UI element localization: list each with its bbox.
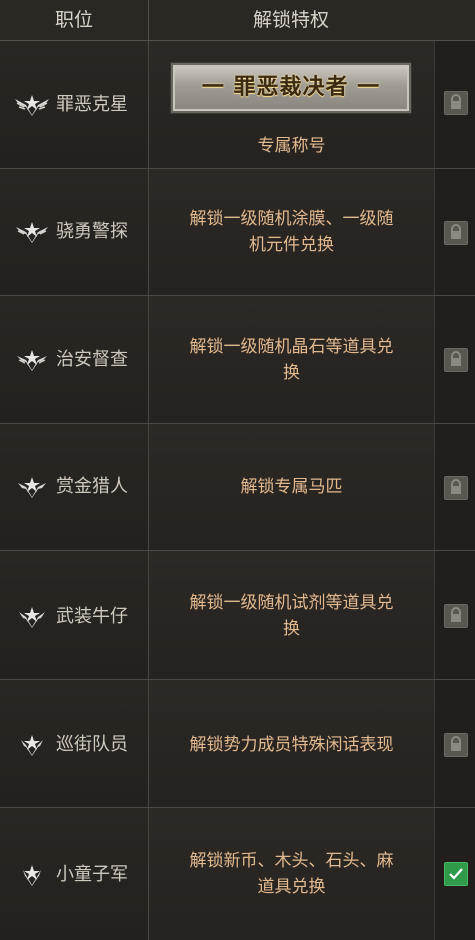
wings-star-rank-1-icon (23, 865, 41, 886)
status-cell (435, 551, 475, 679)
lock-icon (444, 221, 468, 245)
privilege-text: 解锁势力成员特殊闲话表现 (159, 732, 424, 758)
title-plate-text: 一 罪恶裁决者 一 (201, 75, 381, 100)
rank-name: 武装牛仔 (56, 606, 128, 627)
privilege-line: 换 (283, 363, 300, 383)
status-cell (435, 680, 475, 807)
wings-star-rank-5-icon (17, 350, 47, 371)
rank-cell: 巡街队员 (0, 680, 149, 807)
table-row: 武装牛仔 解锁一级随机试剂等道具兑 换 (0, 551, 475, 680)
rank-cell: 骁勇警探 (0, 169, 149, 295)
status-cell (435, 296, 475, 423)
lock-icon (444, 91, 468, 115)
privilege-cell: 解锁一级随机涂膜、一级随 机元件兑换 (149, 169, 435, 295)
lock-icon (444, 348, 468, 372)
rank-name: 治安督查 (56, 349, 128, 370)
privilege-cell: 解锁一级随机试剂等道具兑 换 (149, 551, 435, 679)
privilege-line: 解锁一级随机试剂等道具兑 (189, 593, 394, 613)
wings-star-rank-7-icon (15, 95, 49, 116)
header-privilege: 解锁特权 (252, 9, 329, 31)
privilege-cell: 解锁新币、木头、石头、麻 道具兑换 (149, 808, 435, 940)
lock-icon (444, 604, 468, 628)
privilege-line: 解锁一级随机涂膜、一级随 (189, 209, 394, 229)
rank-cell: 小童子军 (0, 808, 149, 940)
status-cell (435, 41, 475, 168)
rank-name: 赏金猎人 (56, 476, 128, 497)
privilege-line: 道具兑换 (257, 877, 326, 897)
wings-star-rank-6-icon (16, 222, 48, 243)
rank-name: 巡街队员 (56, 734, 128, 755)
lock-icon (444, 476, 468, 500)
rank-cell: 治安督查 (0, 296, 149, 423)
wings-star-rank-4-icon (18, 477, 46, 498)
privilege-cell: 解锁势力成员特殊闲话表现 (149, 680, 435, 807)
rank-privilege-table: 职位 解锁特权 罪恶克星 一 罪恶裁决者 一 专属称号 骁勇警探 解锁一级随机涂… (0, 0, 475, 940)
wings-star-rank-2-icon (21, 735, 43, 756)
title-plate-image: 一 罪恶裁决者 一 (171, 63, 411, 113)
status-cell (435, 169, 475, 295)
wings-star-rank-3-icon (19, 607, 45, 628)
rank-cell: 赏金猎人 (0, 424, 149, 550)
rank-name: 小童子军 (56, 864, 128, 885)
privilege-line: 解锁新币、木头、石头、麻 (189, 851, 394, 871)
privilege-text: 解锁一级随机试剂等道具兑 换 (159, 590, 424, 642)
privilege-text: 专属称号 (257, 136, 326, 156)
table-header: 职位 解锁特权 (0, 0, 475, 41)
rank-name: 骁勇警探 (56, 221, 128, 242)
privilege-text: 解锁一级随机晶石等道具兑 换 (159, 334, 424, 386)
privilege-text: 解锁一级随机涂膜、一级随 机元件兑换 (159, 206, 424, 258)
privilege-line: 换 (283, 619, 300, 639)
rank-cell: 罪恶克星 (0, 41, 149, 168)
table-row: 治安督查 解锁一级随机晶石等道具兑 换 (0, 296, 475, 424)
privilege-cell: 一 罪恶裁决者 一 专属称号 (149, 41, 435, 168)
privilege-cell: 解锁专属马匹 (149, 424, 435, 550)
table-row: 骁勇警探 解锁一级随机涂膜、一级随 机元件兑换 (0, 169, 475, 296)
privilege-line: 机元件兑换 (249, 235, 334, 255)
status-cell (435, 808, 475, 940)
privilege-line: 解锁势力成员特殊闲话表现 (189, 735, 394, 755)
check-icon (444, 862, 468, 886)
lock-icon (444, 733, 468, 757)
table-row: 巡街队员 解锁势力成员特殊闲话表现 (0, 680, 475, 808)
privilege-cell: 解锁一级随机晶石等道具兑 换 (149, 296, 435, 423)
rank-name: 罪恶克星 (56, 94, 128, 115)
privilege-line: 解锁专属马匹 (240, 477, 343, 497)
privilege-line: 解锁一级随机晶石等道具兑 (189, 337, 394, 357)
privilege-text: 解锁新币、木头、石头、麻 道具兑换 (159, 848, 424, 900)
table-row: 赏金猎人 解锁专属马匹 (0, 424, 475, 551)
table-row: 小童子军 解锁新币、木头、石头、麻 道具兑换 (0, 808, 475, 940)
privilege-text: 解锁专属马匹 (159, 474, 424, 500)
status-cell (435, 424, 475, 550)
table-row: 罪恶克星 一 罪恶裁决者 一 专属称号 (0, 41, 475, 169)
rank-cell: 武装牛仔 (0, 551, 149, 679)
header-rank: 职位 (0, 0, 149, 40)
